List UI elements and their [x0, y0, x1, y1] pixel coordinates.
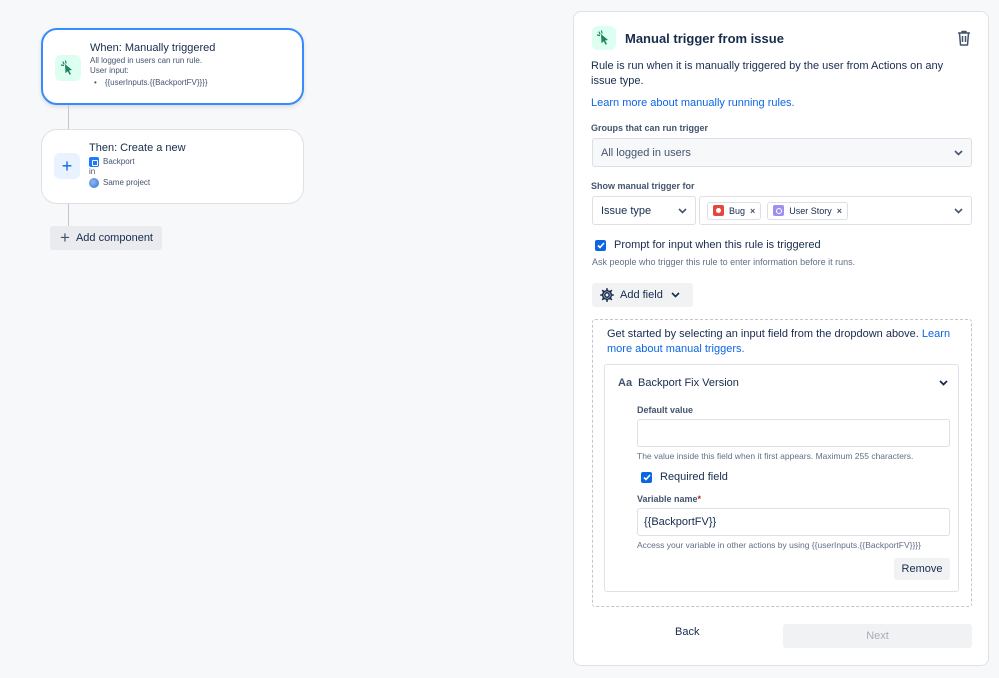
chevron-down-icon: [671, 290, 681, 300]
prompt-input-checkbox-row[interactable]: Prompt for input when this rule is trigg…: [595, 239, 821, 251]
variable-name-label-text: Variable name: [637, 494, 698, 504]
add-component-button[interactable]: + Add component: [50, 226, 162, 250]
required-field-label: Required field: [660, 471, 728, 483]
connector-line: [68, 204, 69, 226]
required-asterisk: *: [697, 494, 702, 504]
delete-trash-icon[interactable]: [954, 28, 974, 48]
action-card-item-label: Backport: [103, 157, 135, 166]
plus-icon: +: [54, 153, 80, 179]
trigger-card-bullet: {{userInputs.{{BackportFV}}}}: [90, 78, 294, 88]
trigger-card[interactable]: When: Manually triggered All logged in u…: [41, 28, 304, 105]
tag-user-story: User Story ×: [767, 201, 849, 220]
action-card-title: Then: Create a new: [89, 142, 186, 154]
input-field-header[interactable]: Aa Backport Fix Version: [618, 377, 948, 389]
prompt-input-checkbox[interactable]: [595, 239, 606, 251]
work-item-type-icon: [89, 156, 99, 167]
groups-select-value: All logged in users: [601, 146, 691, 159]
add-field-button[interactable]: Add field: [592, 283, 693, 307]
action-card[interactable]: + Then: Create a new Backport in Same pr…: [41, 129, 304, 204]
learn-more-link[interactable]: Learn more about manually running rules.: [591, 97, 795, 109]
gear-icon: [600, 288, 614, 302]
trigger-card-line2: User input:: [90, 66, 129, 75]
input-fields-area: Get started by selecting an input field …: [592, 319, 972, 607]
action-card-in: in: [89, 167, 96, 176]
trigger-description: Rule is run when it is manually triggere…: [591, 60, 944, 87]
tag-bug: Bug ×: [707, 201, 762, 220]
prompt-input-label: Prompt for input when this rule is trigg…: [614, 239, 821, 251]
chevron-down-icon[interactable]: [938, 378, 948, 388]
chevron-down-icon: [953, 206, 963, 216]
trigger-card-title: When: Manually triggered: [90, 42, 216, 54]
required-field-checkbox[interactable]: [641, 471, 652, 483]
trigger-config-panel: Manual trigger from issue Rule is run wh…: [573, 11, 989, 666]
input-field-name: Backport Fix Version: [638, 377, 739, 389]
panel-title: Manual trigger from issue: [625, 30, 784, 46]
groups-label: Groups that can run trigger: [591, 123, 709, 133]
default-value-label: Default value: [637, 405, 694, 415]
variable-name-help: Access your variable in other actions by…: [637, 540, 921, 550]
input-field-card: Aa Backport Fix Version Default value Th…: [604, 364, 959, 592]
issue-type-select-value: Issue type: [601, 204, 652, 217]
bug-icon: [713, 205, 724, 216]
trigger-card-line1: All logged in users can run rule.: [90, 56, 203, 65]
text-field-type-icon: Aa: [618, 377, 633, 389]
chevron-down-icon: [953, 148, 963, 158]
user-story-icon: [773, 205, 785, 216]
action-card-item: Backport: [89, 156, 295, 167]
variable-name-input[interactable]: {{BackportFV}}: [637, 508, 950, 536]
default-value-help: The value inside this field when it firs…: [637, 451, 914, 461]
cursor-click-icon: [55, 55, 81, 81]
remove-tag-icon[interactable]: ×: [750, 206, 755, 216]
add-field-label: Add field: [620, 289, 663, 301]
show-for-label: Show manual trigger for: [591, 181, 695, 191]
cursor-click-icon: [592, 26, 616, 50]
panel-header: Manual trigger from issue: [592, 25, 974, 51]
variable-name-label: Variable name*: [637, 494, 701, 504]
prompt-input-helper: Ask people who trigger this rule to ente…: [592, 257, 856, 267]
add-component-label: Add component: [75, 232, 153, 244]
back-button[interactable]: Back: [675, 626, 699, 638]
get-started-message: Get started by selecting an input field …: [607, 328, 919, 340]
groups-select[interactable]: All logged in users: [592, 138, 972, 167]
plus-icon: +: [60, 228, 70, 247]
tag-user-story-label: User Story: [789, 205, 832, 216]
chevron-down-icon: [677, 206, 687, 216]
action-card-project: Same project: [89, 177, 295, 188]
issue-type-select[interactable]: Issue type: [592, 196, 696, 225]
required-field-checkbox-row[interactable]: Required field: [641, 471, 728, 483]
tag-bug-label: Bug: [729, 205, 746, 216]
remove-field-button[interactable]: Remove: [894, 558, 950, 580]
connector-line: [68, 105, 69, 129]
get-started-text: Get started by selecting an input field …: [607, 327, 957, 357]
next-button[interactable]: Next: [783, 624, 972, 648]
issue-types-multiselect[interactable]: Bug × User Story ×: [699, 196, 972, 225]
remove-tag-icon[interactable]: ×: [837, 206, 842, 216]
project-globe-icon: [89, 177, 99, 188]
default-value-input[interactable]: [637, 419, 950, 447]
action-card-project-label: Same project: [103, 178, 151, 187]
